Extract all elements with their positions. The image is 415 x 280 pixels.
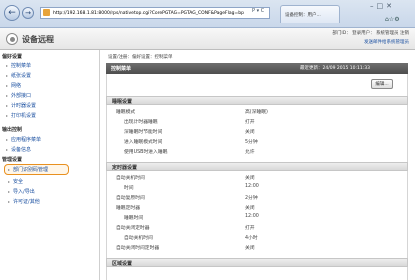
- row-label: 出现计时器睡眠: [124, 120, 158, 125]
- sidebar-item-device-info[interactable]: 设备信息: [6, 146, 31, 153]
- sidebar-item-license[interactable]: 许可证/其他: [8, 198, 40, 205]
- row-label: 睡眠时间: [124, 216, 144, 221]
- back-button[interactable]: ←: [4, 5, 20, 21]
- sidebar-item-import-export[interactable]: 导入/导出: [8, 188, 35, 195]
- row-value: 12:00: [245, 184, 259, 189]
- row-value: 打开: [245, 120, 255, 125]
- window-controls[interactable]: –□✕: [370, 2, 395, 10]
- address-bar[interactable]: http://192.168.1.81:8000/rps/nativetop.c…: [40, 7, 270, 19]
- row-label: 时间: [124, 186, 134, 191]
- app-title: 设备远程: [22, 35, 54, 44]
- section-header-sleep: 睡眠设置: [106, 96, 408, 105]
- sidebar-item-app-menu[interactable]: 应用程序菜单: [6, 136, 41, 143]
- row-label: 深睡眠时节能时间: [124, 130, 163, 135]
- row-label: 使用USB时进入睡眠: [124, 150, 168, 155]
- row-value: 2分钟: [245, 196, 258, 201]
- row-value: 4小时: [245, 236, 258, 241]
- row-label: 自动关闭定时器: [116, 226, 150, 231]
- section-header-timer: 定时器设置: [106, 162, 408, 171]
- sidebar-item-security[interactable]: 安全: [8, 178, 23, 185]
- row-value: 高(深睡眠): [245, 110, 268, 115]
- sidebar-item-timer[interactable]: 计时器设置: [6, 102, 36, 109]
- home-star-gear-icons[interactable]: ⌂☆⚙: [385, 16, 400, 23]
- row-label: 自动关机时间: [124, 236, 153, 241]
- browser-tab[interactable]: 设备控制：用户...: [280, 5, 340, 23]
- forward-button[interactable]: →: [22, 7, 34, 19]
- last-updated: 最近更新：24/09 2015 10:11:33: [300, 66, 370, 71]
- row-label: 自动关闭时间定时器: [116, 246, 160, 251]
- edit-button[interactable]: 编辑...: [371, 79, 393, 89]
- row-value: 关闭: [245, 246, 255, 251]
- top-links[interactable]: 部门ID： 登录用户： 系统管理员 注销: [332, 30, 409, 36]
- row-value: 12:00: [245, 214, 259, 219]
- sidebar-item-paper[interactable]: 纸张设置: [6, 72, 31, 79]
- row-value: 5分钟: [245, 140, 258, 145]
- sidebar-section-management: 管理设置: [2, 157, 23, 163]
- search-icon[interactable]: P ▾ C: [252, 8, 264, 14]
- section-header-region: 区域设置: [106, 258, 408, 267]
- sidebar-item-control-menu[interactable]: 控制菜单: [6, 62, 31, 69]
- row-label: 自动关机时间: [116, 176, 145, 181]
- breadcrumb: 设置/注册：偏好设置：控制菜单: [108, 55, 173, 60]
- row-label: 睡眠模式: [116, 110, 136, 115]
- row-value: 关闭: [245, 176, 255, 181]
- mail-admin-link[interactable]: 发送邮件给系统管理员: [364, 39, 409, 45]
- row-label: 睡眠定时器: [116, 206, 140, 211]
- row-label: 进入睡眠模式时间: [124, 140, 163, 145]
- row-value: 关闭: [245, 130, 255, 135]
- sidebar-item-printer[interactable]: 打印机设置: [6, 112, 36, 119]
- row-value: 关闭: [245, 206, 255, 211]
- sidebar-item-interface[interactable]: 外部接口: [6, 92, 31, 99]
- row-value: 允许: [245, 150, 255, 155]
- site-icon: [43, 9, 50, 16]
- sidebar-section-preferences: 偏好设置: [2, 54, 23, 60]
- row-label: 自动复原时间: [116, 196, 145, 201]
- sidebar-item-dept-id[interactable]: 部门识别码管理: [8, 166, 48, 173]
- row-value: 打开: [245, 226, 255, 231]
- sidebar-section-output: 输出控制: [2, 127, 23, 133]
- app-logo-icon: [6, 33, 18, 45]
- sidebar-item-network[interactable]: 网络: [6, 82, 21, 89]
